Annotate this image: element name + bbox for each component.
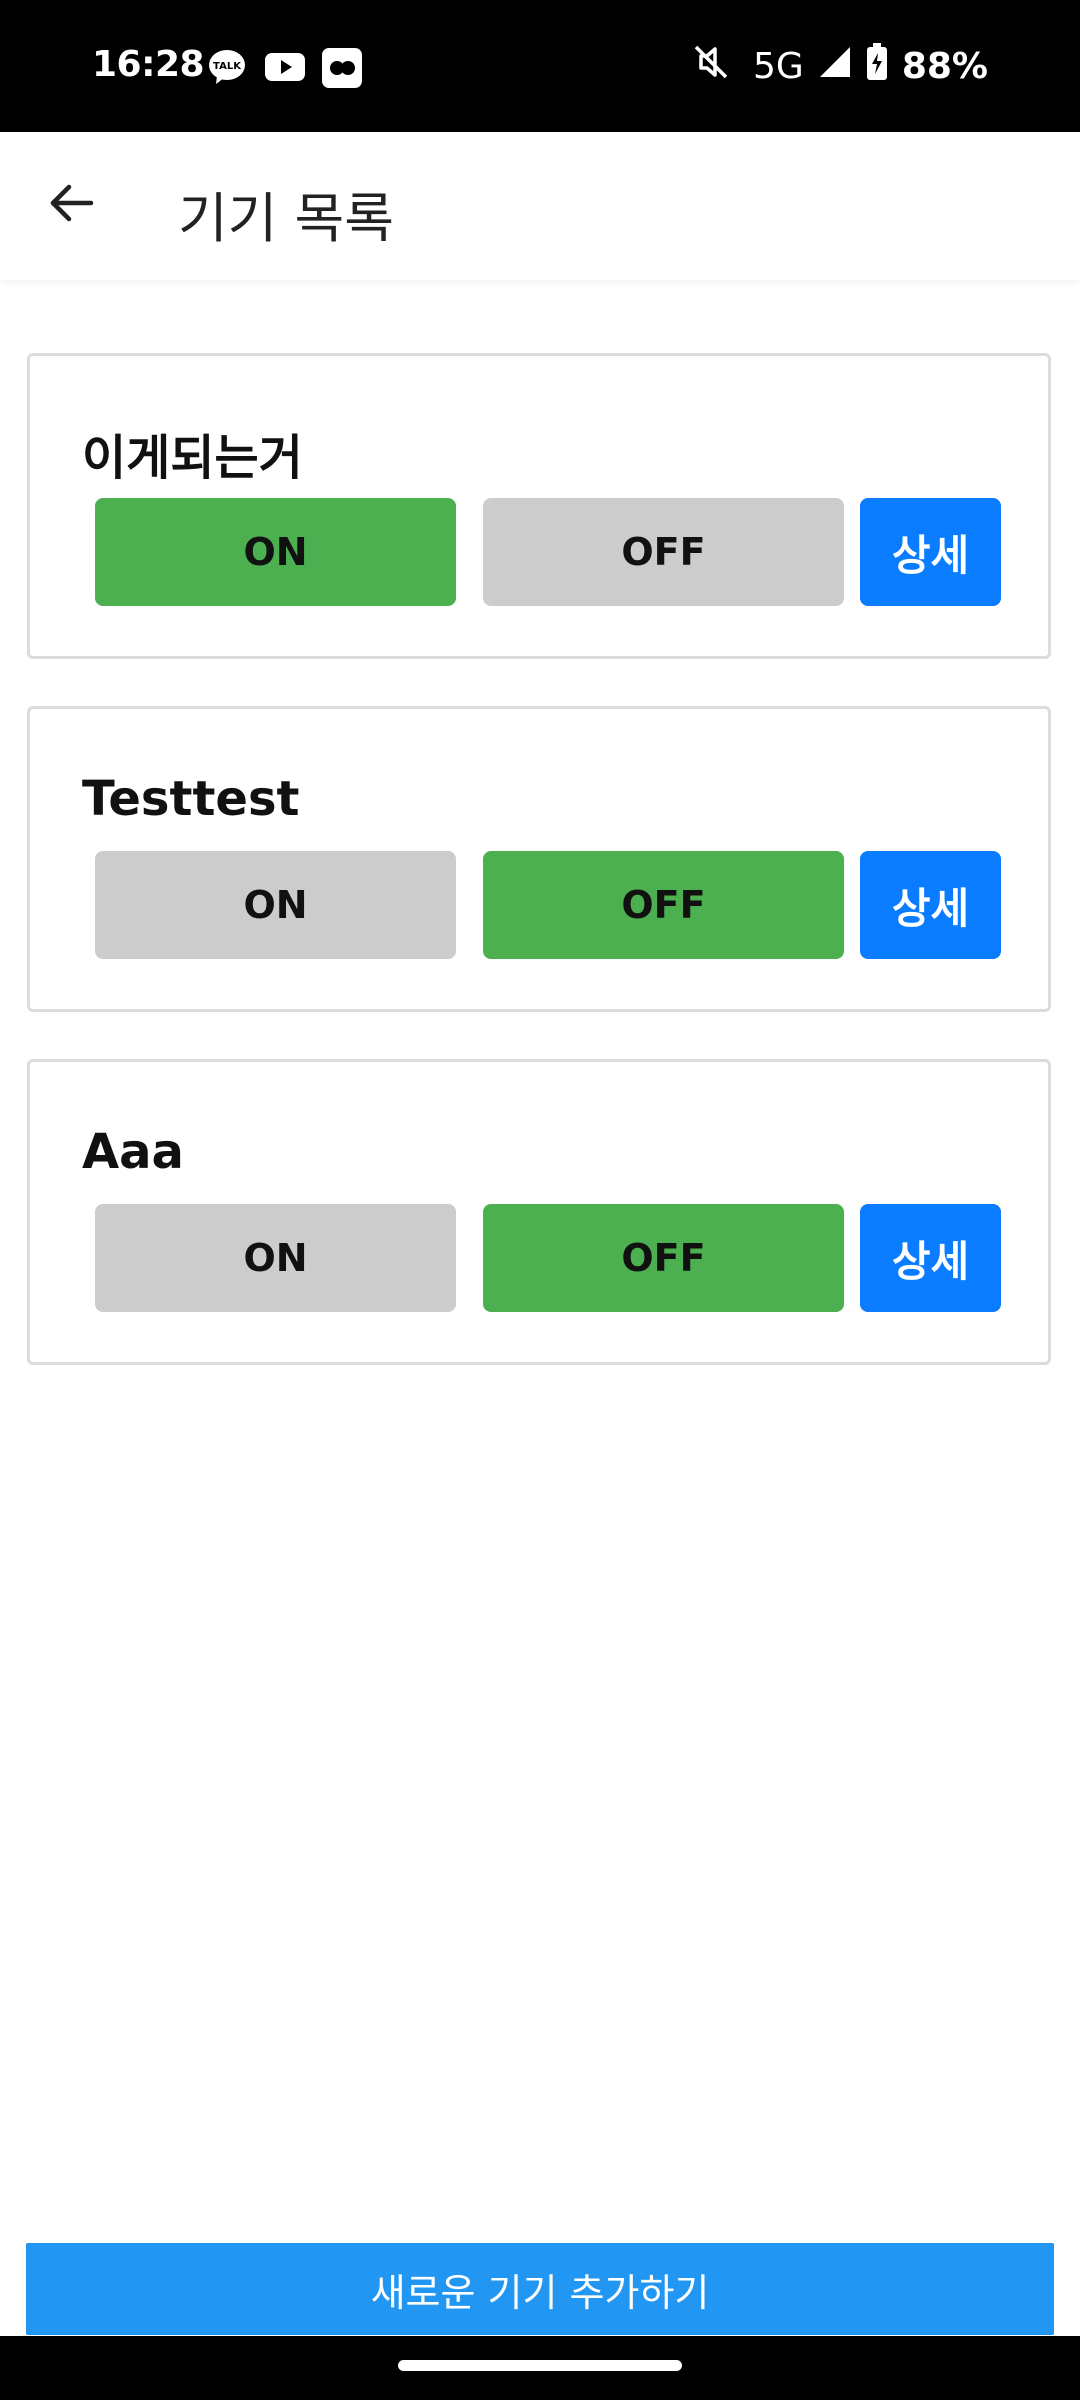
mute-icon	[691, 42, 731, 91]
status-right-group: 5G 88%	[691, 42, 988, 91]
kakaotalk-icon: TALK	[208, 48, 246, 86]
device-name: 이게되는거	[82, 430, 303, 486]
network-type: 5G	[753, 45, 804, 87]
back-button[interactable]	[36, 170, 106, 240]
detail-button[interactable]: 상세	[860, 498, 1001, 606]
off-button[interactable]: OFF	[483, 1204, 844, 1312]
svg-text:TALK: TALK	[213, 61, 242, 72]
device-name: Aaa	[82, 1124, 184, 1180]
signal-icon	[818, 45, 852, 88]
off-button[interactable]: OFF	[483, 498, 844, 606]
home-indicator[interactable]	[398, 2360, 682, 2371]
arrow-left-icon	[47, 179, 95, 231]
battery-level: 88%	[901, 45, 988, 87]
device-card: Aaa ON OFF 상세	[27, 1059, 1051, 1365]
device-card: Testtest ON OFF 상세	[27, 706, 1051, 1012]
battery-charging-icon	[866, 42, 888, 90]
add-device-button[interactable]: 새로운 기기 추가하기	[26, 2243, 1054, 2335]
detail-button[interactable]: 상세	[860, 851, 1001, 959]
on-button[interactable]: ON	[95, 851, 456, 959]
on-button[interactable]: ON	[95, 498, 456, 606]
status-bar: 16:28 TALK 5G 88%	[0, 0, 1080, 132]
device-card: 이게되는거 ON OFF 상세	[27, 353, 1051, 659]
detail-button[interactable]: 상세	[860, 1204, 1001, 1312]
navigation-bar	[0, 2336, 1080, 2400]
on-button[interactable]: ON	[95, 1204, 456, 1312]
status-time: 16:28	[92, 44, 205, 85]
off-button[interactable]: OFF	[483, 851, 844, 959]
page-title: 기기 목록	[178, 187, 394, 250]
device-name: Testtest	[82, 771, 300, 827]
youtube-icon	[264, 48, 306, 86]
app-bar: 기기 목록	[0, 132, 1080, 280]
flickr-icon	[322, 48, 362, 88]
